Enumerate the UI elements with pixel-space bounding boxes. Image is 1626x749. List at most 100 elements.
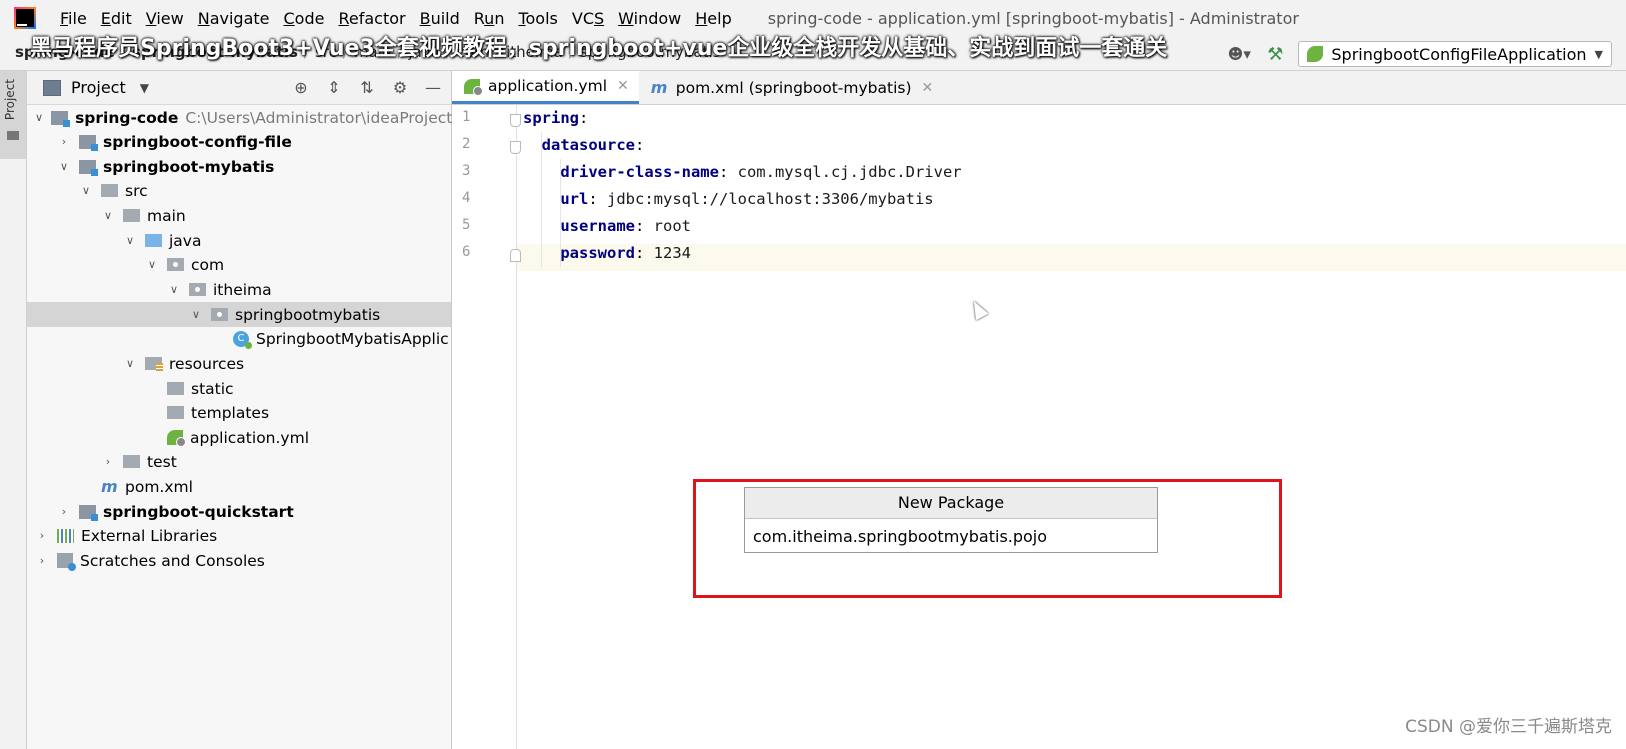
tree-node-label: SpringbootMybatisApplic: [256, 329, 449, 348]
tree-node-main[interactable]: ∨ main: [27, 203, 525, 228]
spring-yml-file-icon: [167, 430, 186, 447]
module-icon: [51, 110, 71, 127]
tree-node-springboot-config-file[interactable]: › springboot-config-file: [27, 129, 481, 154]
tree-node-external-libraries[interactable]: › External Libraries: [27, 523, 459, 548]
module-icon: [79, 134, 98, 151]
line-number: 5: [462, 217, 471, 233]
gear-icon[interactable]: ⚙: [390, 77, 410, 97]
chevron-down-icon[interactable]: ∨: [167, 283, 181, 296]
tree-node-label: springboot-config-file: [103, 132, 292, 151]
chevron-down-icon[interactable]: ∨: [101, 209, 115, 222]
tree-node-label: springboot-mybatis: [103, 157, 275, 176]
tree-node-label: static: [191, 379, 234, 398]
tree-node-test[interactable]: › test: [27, 449, 525, 474]
chevron-down-icon[interactable]: ▼: [140, 81, 149, 95]
menu-code[interactable]: Code: [284, 9, 325, 28]
resources-folder-icon: [145, 357, 163, 371]
chevron-right-icon[interactable]: ›: [101, 455, 115, 468]
tab-pom-xml[interactable]: m pom.xml (springboot-mybatis) ✕: [639, 71, 943, 104]
code-line: datasource:: [541, 136, 645, 154]
tree-node-label: pom.xml: [125, 477, 193, 496]
folder-icon: [7, 131, 19, 140]
tree-node-label: com: [191, 255, 225, 274]
yaml-value: com.mysql.cj.jdbc.Driver: [737, 163, 962, 181]
tree-node-label: springbootmybatis: [235, 305, 381, 324]
chevron-down-icon[interactable]: ∨: [79, 184, 93, 197]
tree-node-label: External Libraries: [81, 526, 218, 545]
user-icon[interactable]: ☻▾: [1226, 44, 1252, 64]
yaml-value: 1234: [653, 244, 691, 262]
tree-node-pom-xml[interactable]: m pom.xml: [27, 474, 525, 499]
editor-gutter: 1 2 3 4 5 6: [452, 105, 521, 749]
code-line: spring:: [523, 109, 589, 127]
menu-help[interactable]: Help: [695, 9, 731, 28]
module-icon: [79, 159, 98, 176]
chevron-down-icon[interactable]: ∨: [123, 357, 137, 370]
close-icon[interactable]: ✕: [617, 78, 629, 94]
chevron-right-icon[interactable]: ›: [57, 135, 71, 148]
menu-window[interactable]: Window: [618, 9, 681, 28]
tree-node-label: java: [169, 231, 202, 250]
tree-node-springboot-mybatis[interactable]: ∨ springboot-mybatis: [27, 154, 481, 179]
run-configuration-label: SpringbootConfigFileApplication: [1331, 44, 1587, 64]
menu-view[interactable]: View: [146, 9, 184, 28]
tree-node-spring-code[interactable]: ∨ spring-code C:\Users\Administrator\ide…: [27, 105, 459, 130]
menu-tools[interactable]: Tools: [518, 9, 557, 28]
csdn-watermark: CSDN @爱你三千遍斯塔克: [1405, 717, 1612, 737]
yaml-key: url: [560, 190, 589, 208]
menu-navigate[interactable]: Navigate: [198, 9, 270, 28]
hide-panel-icon[interactable]: —: [423, 77, 443, 97]
menu-build[interactable]: Build: [420, 9, 460, 28]
tree-node-label: spring-code: [75, 108, 179, 127]
tree-node-springbootmybatis[interactable]: ∨ springbootmybatis: [27, 302, 451, 327]
tree-node-src[interactable]: ∨ src: [27, 178, 503, 203]
tree-node-application-class[interactable]: C SpringbootMybatisApplic: [27, 326, 451, 351]
menu-edit[interactable]: Edit: [101, 9, 132, 28]
source-folder-icon: [145, 234, 162, 247]
project-panel-title[interactable]: Project: [71, 78, 126, 97]
chevron-right-icon[interactable]: ›: [57, 505, 71, 518]
tree-node-label: application.yml: [190, 428, 310, 447]
folder-icon: [123, 209, 140, 222]
chevron-down-icon[interactable]: ∨: [35, 111, 43, 124]
tree-node-springboot-quickstart[interactable]: › springboot-quickstart: [27, 499, 481, 524]
chevron-down-icon[interactable]: ∨: [123, 234, 137, 247]
menu-run[interactable]: Run: [474, 9, 505, 28]
package-icon: [167, 258, 184, 271]
tree-node-label: main: [147, 206, 186, 225]
yaml-key: driver-class-name: [560, 163, 719, 181]
tree-node-scratches[interactable]: › Scratches and Consoles: [27, 548, 459, 573]
toolbar-right: ☻▾ ⚒ SpringbootConfigFileApplication ▼: [1226, 41, 1612, 67]
chevron-down-icon[interactable]: ∨: [145, 258, 159, 271]
expand-all-icon[interactable]: ⇕: [324, 77, 344, 97]
chevron-down-icon: ▼: [1594, 47, 1603, 61]
yaml-value: jdbc:mysql://localhost:3306/mybatis: [607, 190, 934, 208]
folder-icon: [123, 455, 140, 468]
yaml-key: username: [560, 217, 635, 235]
build-hammer-icon[interactable]: ⚒: [1264, 43, 1286, 65]
chevron-right-icon[interactable]: ›: [35, 529, 49, 542]
project-view-icon: [43, 79, 61, 96]
chevron-down-icon[interactable]: ∨: [189, 308, 203, 321]
package-icon: [189, 283, 206, 296]
maven-icon: m: [101, 476, 118, 496]
code-editor[interactable]: spring: datasource: driver-class-name: c…: [517, 105, 1626, 749]
menu-refactor[interactable]: Refactor: [338, 9, 405, 28]
menu-vcs[interactable]: VCS: [572, 9, 604, 28]
project-tool-window-tab[interactable]: Project: [0, 71, 26, 159]
spring-yml-file-icon: [464, 78, 483, 96]
yaml-key: spring: [523, 109, 579, 127]
package-name-input[interactable]: [753, 526, 1143, 546]
run-configuration-selector[interactable]: SpringbootConfigFileApplication ▼: [1298, 41, 1612, 67]
close-icon[interactable]: ✕: [922, 80, 934, 96]
chevron-right-icon[interactable]: ›: [35, 554, 49, 567]
collapse-all-icon[interactable]: ⇅: [357, 77, 377, 97]
chevron-down-icon[interactable]: ∨: [57, 160, 71, 173]
tab-application-yml[interactable]: application.yml ✕: [452, 71, 639, 104]
code-line: password: 1234: [560, 244, 691, 262]
tab-label: pom.xml (springboot-mybatis): [675, 78, 912, 97]
module-icon: [79, 504, 98, 521]
locate-file-icon[interactable]: ⊕: [291, 77, 311, 97]
menu-file[interactable]: File: [60, 9, 87, 28]
tree-node-path: C:\Users\Administrator\ideaProjects\s: [185, 108, 459, 127]
